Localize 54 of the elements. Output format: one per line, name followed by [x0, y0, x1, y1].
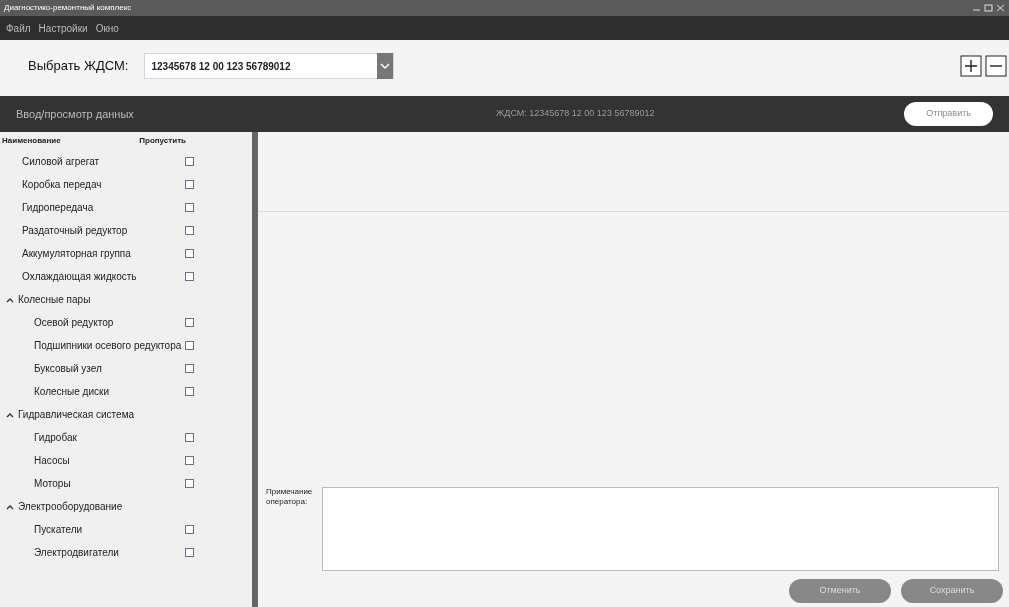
checkbox[interactable]	[185, 548, 194, 557]
checkbox[interactable]	[185, 272, 194, 281]
tree-group-label[interactable]: Гидравлическая система	[18, 407, 135, 422]
note-label: Примечание оператора:	[266, 487, 314, 508]
header-subtitle: ЖДСМ: 12345678 12 00 123 56789012	[496, 107, 656, 121]
dropdown[interactable]: 12345678 12 00 123 56789012	[144, 53, 395, 79]
checkbox[interactable]	[185, 249, 194, 258]
checkbox[interactable]	[185, 433, 194, 442]
caret-icon[interactable]	[6, 503, 14, 510]
tree-item-label[interactable]: Буксовый узел	[34, 361, 185, 376]
tree-item-label[interactable]: Колесные диски	[34, 384, 185, 399]
send-button[interactable]: Отправить	[904, 102, 993, 126]
tree-group-label[interactable]: Колесные пары	[18, 292, 91, 307]
menu-item[interactable]: Окно	[95, 20, 119, 36]
maximize-icon[interactable]	[984, 4, 993, 12]
tree-group-label[interactable]: Электрооборудование	[18, 499, 123, 514]
column-header: Пропустить	[139, 135, 186, 147]
menu-item[interactable]: Настройки	[38, 20, 88, 36]
header-title: Ввод/просмотр данных	[16, 106, 135, 122]
tree-item-label[interactable]: Силовой агрегат	[22, 154, 185, 169]
caret-icon[interactable]	[6, 411, 14, 418]
tree-item-label[interactable]: Насосы	[34, 453, 185, 468]
checkbox[interactable]	[185, 456, 194, 465]
tree-item-label[interactable]: Раздаточный редуктор	[22, 223, 185, 238]
checkbox[interactable]	[185, 387, 194, 396]
checkbox[interactable]	[185, 318, 194, 327]
add-icon[interactable]	[960, 55, 982, 77]
checkbox[interactable]	[185, 479, 194, 488]
caret-icon[interactable]	[6, 296, 14, 303]
selector-label: Выбрать ЖДСМ:	[28, 57, 129, 76]
chevron-down-icon[interactable]	[377, 53, 394, 79]
close-icon[interactable]	[996, 4, 1005, 12]
column-header: Наименование	[2, 135, 61, 147]
tree-item-label[interactable]: Охлаждающая жидкость	[22, 269, 185, 284]
tree-item-label[interactable]: Электродвигатели	[34, 545, 185, 560]
menu-item[interactable]: Файл	[6, 20, 31, 36]
tree-item-label[interactable]: Подшипники осевого редуктора	[34, 338, 185, 353]
tree-item-label[interactable]: Пускатели	[34, 522, 185, 537]
checkbox[interactable]	[185, 180, 194, 189]
tree-item-label[interactable]: Коробка передач	[22, 177, 185, 192]
remove-icon[interactable]	[985, 55, 1007, 77]
tree-item-label[interactable]: Гидробак	[34, 430, 185, 445]
checkbox[interactable]	[185, 226, 194, 235]
checkbox[interactable]	[185, 157, 194, 166]
checkbox[interactable]	[185, 341, 194, 350]
tree-item-label[interactable]: Аккумуляторная группа	[22, 246, 185, 261]
checkbox[interactable]	[185, 525, 194, 534]
note-field[interactable]	[322, 487, 999, 571]
tree-item-label[interactable]: Гидропередача	[22, 200, 185, 215]
checkbox[interactable]	[185, 364, 194, 373]
window-title: Диагностико-ремонтный комплекс	[4, 2, 132, 14]
checkbox[interactable]	[185, 203, 194, 212]
tree-item-label[interactable]: Осевой редуктор	[34, 315, 185, 330]
tree-item-label[interactable]: Моторы	[34, 476, 185, 491]
